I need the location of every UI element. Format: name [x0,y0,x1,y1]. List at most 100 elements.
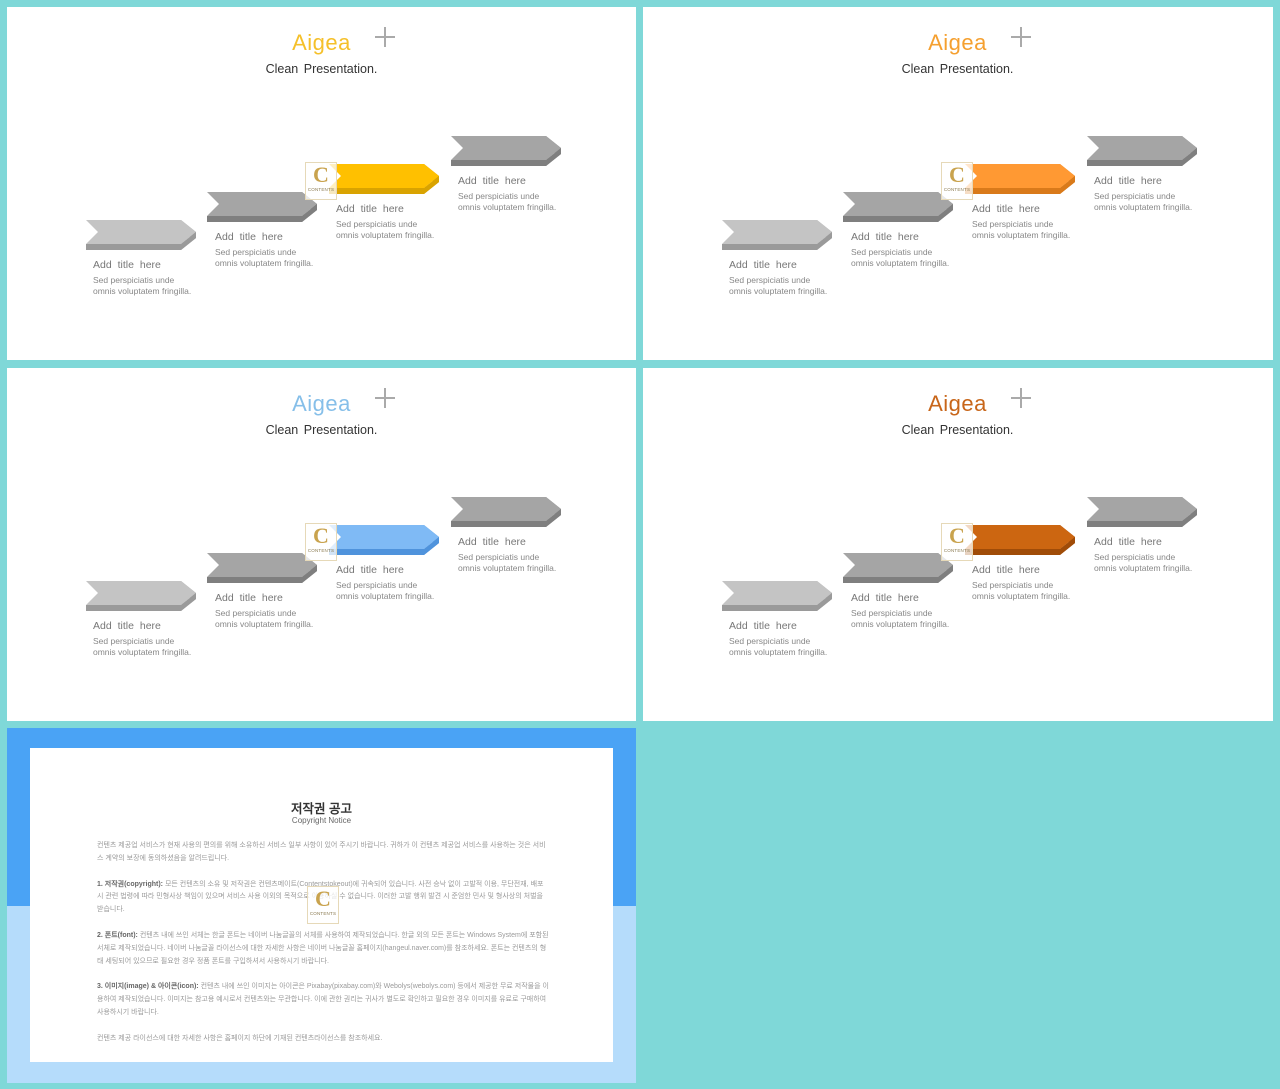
brand-title: Aigea [7,391,636,417]
step-desc: Sed perspiciatis unde omnis voluptatem f… [93,275,223,296]
step-desc-line: omnis voluptatem fringilla. [851,618,950,629]
slide-subtitle: Clean Presentation. [901,62,1014,76]
step-desc-line: omnis voluptatem fringilla. [1094,201,1193,212]
brand-text: Aigea [928,30,987,55]
step-desc: Sed perspiciatis unde omnis voluptatem f… [851,247,981,268]
step-arrow-3 [965,523,1077,557]
step-title[interactable]: Add title here [336,203,466,215]
step-arrow-2 [843,190,955,224]
step-4: Add title here Sed perspiciatis unde omn… [1094,536,1224,573]
step-desc-line: Sed perspiciatis unde [215,608,297,618]
step-desc-line: Sed perspiciatis unde [93,275,175,285]
watermark-text: CONTENTS [943,548,971,553]
slide-subtitle: Clean Presentation. [265,423,378,437]
slide-subtitle: Clean Presentation. [265,62,378,76]
step-4: Add title here Sed perspiciatis unde omn… [458,536,588,573]
step-title[interactable]: Add title here [1094,536,1224,548]
brand-text: Aigea [928,391,987,416]
step-title[interactable]: Add title here [93,259,223,271]
brand-title: Aigea [643,30,1272,56]
step-desc-line: Sed perspiciatis unde [215,247,297,257]
copyright-title: 저작권 공고 [291,802,352,816]
watermark-letter: C [313,162,329,187]
slide-1[interactable]: Aigea Clean Presentation. Add title here … [7,7,636,360]
step-1: Add title here Sed perspiciatis unde omn… [93,259,223,296]
step-desc-line: Sed perspiciatis unde [1094,552,1176,562]
step-arrow-4 [1087,495,1199,529]
step-desc-line: omnis voluptatem fringilla. [215,257,314,268]
step-desc: Sed perspiciatis unde omnis voluptatem f… [972,580,1102,601]
brand-text: Aigea [292,391,351,416]
step-desc-line: omnis voluptatem fringilla. [851,257,950,268]
step-1: Add title here Sed perspiciatis unde omn… [93,620,223,657]
watermark-text: CONTENTS [943,187,971,192]
step-desc-line: omnis voluptatem fringilla. [93,285,192,296]
step-3: Add title here Sed perspiciatis unde omn… [336,203,466,240]
step-desc-line: Sed perspiciatis unde [336,219,418,229]
step-desc: Sed perspiciatis unde omnis voluptatem f… [729,636,859,657]
copyright-slide[interactable]: 저작권 공고 Copyright Notice 컨텐츠 제공업 서비스가 현재 … [7,728,636,1083]
copyright-item-2: 2. 폰트(font): 컨텐츠 내에 쓰인 서체는 한글 폰트는 네이버 나눔… [97,930,549,968]
step-arrow-1 [722,218,834,252]
step-title[interactable]: Add title here [458,175,588,187]
watermark-logo: C CONTENTS [305,162,337,200]
step-arrow-1 [722,579,834,613]
step-desc-line: Sed perspiciatis unde [458,552,540,562]
watermark-logo: C CONTENTS [941,162,973,200]
watermark-letter: C [315,886,331,911]
watermark-logo: C CONTENTS [941,523,973,561]
step-desc: Sed perspiciatis unde omnis voluptatem f… [972,219,1102,240]
step-desc: Sed perspiciatis unde omnis voluptatem f… [215,608,345,629]
watermark-text: CONTENTS [307,187,335,192]
step-desc-line: omnis voluptatem fringilla. [729,285,828,296]
brand-title: Aigea [7,30,636,56]
step-desc-line: omnis voluptatem fringilla. [336,590,435,601]
watermark-letter: C [949,162,965,187]
step-title[interactable]: Add title here [215,592,345,604]
step-desc-line: omnis voluptatem fringilla. [1094,562,1193,573]
step-desc-line: Sed perspiciatis unde [729,275,811,285]
step-arrow-2 [207,551,319,585]
brand-title: Aigea [643,391,1272,417]
step-arrow-2 [207,190,319,224]
step-title[interactable]: Add title here [458,536,588,548]
watermark-letter: C [313,523,329,548]
step-desc-line: Sed perspiciatis unde [336,580,418,590]
step-desc-line: omnis voluptatem fringilla. [972,590,1071,601]
step-title[interactable]: Add title here [972,203,1102,215]
step-title[interactable]: Add title here [729,620,859,632]
step-title[interactable]: Add title here [851,231,981,243]
copyright-item-text: 컨텐츠 내에 쓰인 서체는 한글 폰트는 네이버 나눔글꼴의 서체를 사용하여 … [97,931,549,965]
step-title[interactable]: Add title here [972,564,1102,576]
copyright-intro: 컨텐츠 제공업 서비스가 현재 사용의 편의를 위해 소유하신 서비스 일부 사… [97,842,546,862]
plus-icon [373,25,397,49]
step-desc: Sed perspiciatis unde omnis voluptatem f… [336,219,466,240]
slide-4[interactable]: Aigea Clean Presentation. Add title here … [643,368,1273,721]
slide-2[interactable]: Aigea Clean Presentation. Add title here … [643,7,1273,360]
step-arrow-3 [329,162,441,196]
slide-subtitle: Clean Presentation. [901,423,1014,437]
step-desc: Sed perspiciatis unde omnis voluptatem f… [215,247,345,268]
step-2: Add title here Sed perspiciatis unde omn… [851,592,981,629]
step-title[interactable]: Add title here [729,259,859,271]
step-desc-line: omnis voluptatem fringilla. [93,646,192,657]
step-arrow-4 [451,134,563,168]
step-desc-line: omnis voluptatem fringilla. [215,618,314,629]
step-title[interactable]: Add title here [851,592,981,604]
plus-icon [1009,386,1033,410]
step-desc: Sed perspiciatis unde omnis voluptatem f… [1094,191,1224,212]
step-desc-line: Sed perspiciatis unde [729,636,811,646]
step-title[interactable]: Add title here [1094,175,1224,187]
step-arrow-4 [1087,134,1199,168]
step-title[interactable]: Add title here [93,620,223,632]
step-1: Add title here Sed perspiciatis unde omn… [729,620,859,657]
copyright-item-3: 3. 이미지(image) & 아이콘(icon): 컨텐츠 내에 쓰인 이미지… [97,981,549,1019]
brand-text: Aigea [292,30,351,55]
step-2: Add title here Sed perspiciatis unde omn… [215,231,345,268]
slide-3[interactable]: Aigea Clean Presentation. Add title here … [7,368,636,721]
copyright-body: 컨텐츠 제공업 서비스가 현재 사용의 편의를 위해 소유하신 서비스 일부 사… [97,840,549,1059]
step-title[interactable]: Add title here [336,564,466,576]
step-3: Add title here Sed perspiciatis unde omn… [972,203,1102,240]
step-arrow-2 [843,551,955,585]
step-title[interactable]: Add title here [215,231,345,243]
